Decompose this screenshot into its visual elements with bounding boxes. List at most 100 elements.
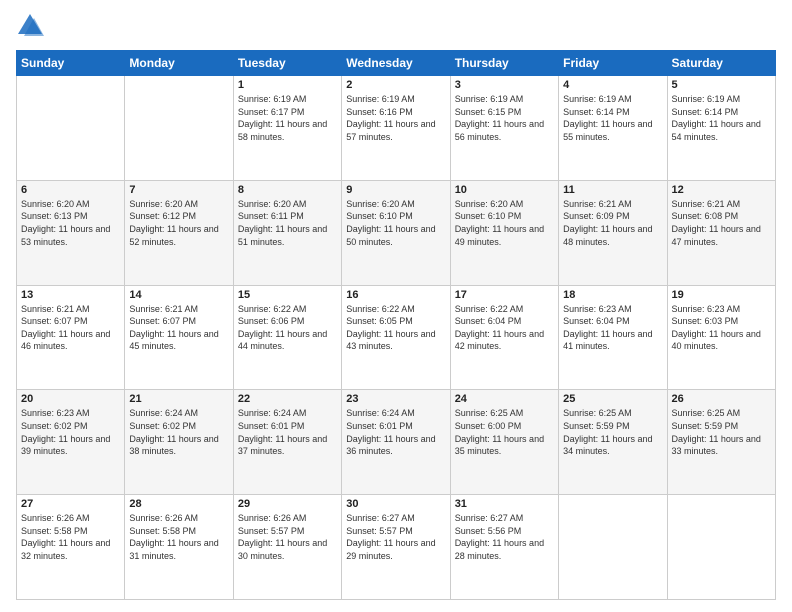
day-number: 28 xyxy=(129,498,228,510)
day-info: Sunrise: 6:25 AM Sunset: 5:59 PM Dayligh… xyxy=(563,407,662,457)
day-info: Sunrise: 6:21 AM Sunset: 6:09 PM Dayligh… xyxy=(563,198,662,248)
calendar-cell: 25Sunrise: 6:25 AM Sunset: 5:59 PM Dayli… xyxy=(559,390,667,495)
calendar-cell: 3 Sunrise: 6:19 AM Sunset: 6:15 PM Daylig… xyxy=(450,76,558,181)
day-number: 2 xyxy=(346,79,445,91)
day-number: 4 xyxy=(563,79,662,91)
day-number: 22 xyxy=(238,393,337,405)
calendar-cell: 5 Sunrise: 6:19 AM Sunset: 6:14 PM Daylig… xyxy=(667,76,775,181)
calendar-cell: 18 Sunrise: 6:23 AM Sunset: 6:04 PM Dayli… xyxy=(559,285,667,390)
day-number: 7 xyxy=(129,184,228,196)
day-header-wednesday: Wednesday xyxy=(342,51,450,76)
day-number: 17 xyxy=(455,289,554,301)
day-info: Sunrise: 6:20 AM Sunset: 6:10 PM Dayligh… xyxy=(346,198,445,248)
calendar-cell xyxy=(125,76,233,181)
day-number: 9 xyxy=(346,184,445,196)
calendar-cell: 21Sunrise: 6:24 AM Sunset: 6:02 PM Dayli… xyxy=(125,390,233,495)
calendar-cell: 30 Sunrise: 6:27 AM Sunset: 5:57 PM Dayli… xyxy=(342,495,450,600)
day-info: Sunrise: 6:23 AM Sunset: 6:03 PM Dayligh… xyxy=(672,303,771,353)
calendar-cell: 7 Sunrise: 6:20 AM Sunset: 6:12 PM Daylig… xyxy=(125,180,233,285)
day-info: Sunrise: 6:24 AM Sunset: 6:02 PM Dayligh… xyxy=(129,407,228,457)
calendar-cell: 4 Sunrise: 6:19 AM Sunset: 6:14 PM Daylig… xyxy=(559,76,667,181)
day-header-tuesday: Tuesday xyxy=(233,51,341,76)
calendar-cell: 13 Sunrise: 6:21 AM Sunset: 6:07 PM Dayli… xyxy=(17,285,125,390)
day-info: Sunrise: 6:23 AM Sunset: 6:04 PM Dayligh… xyxy=(563,303,662,353)
calendar-cell: 14 Sunrise: 6:21 AM Sunset: 6:07 PM Dayli… xyxy=(125,285,233,390)
logo-icon xyxy=(16,12,44,40)
calendar-cell: 22 Sunrise: 6:24 AM Sunset: 6:01 PM Dayli… xyxy=(233,390,341,495)
day-number: 16 xyxy=(346,289,445,301)
calendar-cell: 31 Sunrise: 6:27 AM Sunset: 5:56 PM Dayli… xyxy=(450,495,558,600)
day-info: Sunrise: 6:24 AM Sunset: 6:01 PM Dayligh… xyxy=(238,407,337,457)
header xyxy=(16,12,776,40)
day-number: 3 xyxy=(455,79,554,91)
day-number: 10 xyxy=(455,184,554,196)
day-number: 11 xyxy=(563,184,662,196)
day-number: 1 xyxy=(238,79,337,91)
day-header-monday: Monday xyxy=(125,51,233,76)
day-number: 5 xyxy=(672,79,771,91)
day-info: Sunrise: 6:19 AM Sunset: 6:16 PM Dayligh… xyxy=(346,93,445,143)
calendar-cell: 9 Sunrise: 6:20 AM Sunset: 6:10 PM Daylig… xyxy=(342,180,450,285)
calendar-cell: 1 Sunrise: 6:19 AM Sunset: 6:17 PM Daylig… xyxy=(233,76,341,181)
day-info: Sunrise: 6:22 AM Sunset: 6:06 PM Dayligh… xyxy=(238,303,337,353)
day-info: Sunrise: 6:25 AM Sunset: 5:59 PM Dayligh… xyxy=(672,407,771,457)
calendar-cell: 15 Sunrise: 6:22 AM Sunset: 6:06 PM Dayli… xyxy=(233,285,341,390)
calendar-cell: 6 Sunrise: 6:20 AM Sunset: 6:13 PM Daylig… xyxy=(17,180,125,285)
calendar-cell: 27 Sunrise: 6:26 AM Sunset: 5:58 PM Dayli… xyxy=(17,495,125,600)
day-number: 18 xyxy=(563,289,662,301)
week-row-4: 20 Sunrise: 6:23 AM Sunset: 6:02 PM Dayli… xyxy=(17,390,776,495)
day-info: Sunrise: 6:19 AM Sunset: 6:17 PM Dayligh… xyxy=(238,93,337,143)
day-info: Sunrise: 6:19 AM Sunset: 6:14 PM Dayligh… xyxy=(563,93,662,143)
day-info: Sunrise: 6:22 AM Sunset: 6:04 PM Dayligh… xyxy=(455,303,554,353)
calendar-cell: 2 Sunrise: 6:19 AM Sunset: 6:16 PM Daylig… xyxy=(342,76,450,181)
day-number: 20 xyxy=(21,393,120,405)
day-info: Sunrise: 6:19 AM Sunset: 6:15 PM Dayligh… xyxy=(455,93,554,143)
day-number: 24 xyxy=(455,393,554,405)
calendar-cell: 23Sunrise: 6:24 AM Sunset: 6:01 PM Dayli… xyxy=(342,390,450,495)
day-number: 13 xyxy=(21,289,120,301)
day-info: Sunrise: 6:26 AM Sunset: 5:58 PM Dayligh… xyxy=(21,512,120,562)
calendar-cell: 8Sunrise: 6:20 AM Sunset: 6:11 PM Daylig… xyxy=(233,180,341,285)
day-number: 15 xyxy=(238,289,337,301)
day-info: Sunrise: 6:25 AM Sunset: 6:00 PM Dayligh… xyxy=(455,407,554,457)
calendar-cell xyxy=(559,495,667,600)
day-number: 31 xyxy=(455,498,554,510)
day-info: Sunrise: 6:21 AM Sunset: 6:08 PM Dayligh… xyxy=(672,198,771,248)
day-info: Sunrise: 6:27 AM Sunset: 5:56 PM Dayligh… xyxy=(455,512,554,562)
day-header-sunday: Sunday xyxy=(17,51,125,76)
day-number: 30 xyxy=(346,498,445,510)
day-info: Sunrise: 6:21 AM Sunset: 6:07 PM Dayligh… xyxy=(129,303,228,353)
calendar-cell: 17 Sunrise: 6:22 AM Sunset: 6:04 PM Dayli… xyxy=(450,285,558,390)
day-info: Sunrise: 6:24 AM Sunset: 6:01 PM Dayligh… xyxy=(346,407,445,457)
day-number: 19 xyxy=(672,289,771,301)
calendar-cell: 10Sunrise: 6:20 AM Sunset: 6:10 PM Dayli… xyxy=(450,180,558,285)
calendar-cell: 12 Sunrise: 6:21 AM Sunset: 6:08 PM Dayli… xyxy=(667,180,775,285)
calendar-cell: 16 Sunrise: 6:22 AM Sunset: 6:05 PM Dayli… xyxy=(342,285,450,390)
day-info: Sunrise: 6:22 AM Sunset: 6:05 PM Dayligh… xyxy=(346,303,445,353)
day-header-friday: Friday xyxy=(559,51,667,76)
day-info: Sunrise: 6:20 AM Sunset: 6:11 PM Dayligh… xyxy=(238,198,337,248)
day-info: Sunrise: 6:26 AM Sunset: 5:57 PM Dayligh… xyxy=(238,512,337,562)
day-number: 6 xyxy=(21,184,120,196)
page: SundayMondayTuesdayWednesdayThursdayFrid… xyxy=(0,0,792,612)
week-row-2: 6 Sunrise: 6:20 AM Sunset: 6:13 PM Daylig… xyxy=(17,180,776,285)
day-number: 27 xyxy=(21,498,120,510)
day-info: Sunrise: 6:21 AM Sunset: 6:07 PM Dayligh… xyxy=(21,303,120,353)
day-info: Sunrise: 6:20 AM Sunset: 6:13 PM Dayligh… xyxy=(21,198,120,248)
day-number: 14 xyxy=(129,289,228,301)
week-row-5: 27 Sunrise: 6:26 AM Sunset: 5:58 PM Dayli… xyxy=(17,495,776,600)
calendar-cell: 29Sunrise: 6:26 AM Sunset: 5:57 PM Dayli… xyxy=(233,495,341,600)
day-info: Sunrise: 6:19 AM Sunset: 6:14 PM Dayligh… xyxy=(672,93,771,143)
day-number: 12 xyxy=(672,184,771,196)
calendar-cell xyxy=(667,495,775,600)
calendar: SundayMondayTuesdayWednesdayThursdayFrid… xyxy=(16,50,776,600)
logo xyxy=(16,12,48,40)
day-info: Sunrise: 6:27 AM Sunset: 5:57 PM Dayligh… xyxy=(346,512,445,562)
day-info: Sunrise: 6:23 AM Sunset: 6:02 PM Dayligh… xyxy=(21,407,120,457)
calendar-cell xyxy=(17,76,125,181)
day-number: 26 xyxy=(672,393,771,405)
calendar-cell: 20 Sunrise: 6:23 AM Sunset: 6:02 PM Dayli… xyxy=(17,390,125,495)
day-header-saturday: Saturday xyxy=(667,51,775,76)
day-headers-row: SundayMondayTuesdayWednesdayThursdayFrid… xyxy=(17,51,776,76)
day-info: Sunrise: 6:20 AM Sunset: 6:12 PM Dayligh… xyxy=(129,198,228,248)
